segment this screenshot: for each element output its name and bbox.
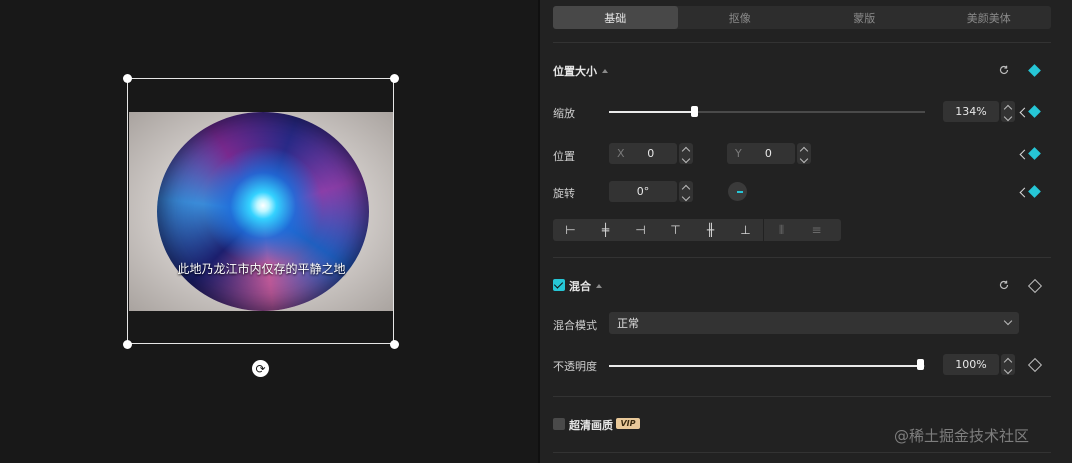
- align-center-h-icon[interactable]: ╪: [588, 219, 623, 241]
- opacity-stepper[interactable]: [1001, 354, 1015, 375]
- blend-checkbox[interactable]: [553, 279, 565, 291]
- scale-slider-fill: [609, 111, 695, 113]
- keyframe-icon[interactable]: [1028, 64, 1041, 77]
- keyframe-icon[interactable]: [1028, 185, 1041, 198]
- selection-frame[interactable]: [127, 78, 394, 344]
- blend-mode-select[interactable]: 正常: [609, 312, 1019, 334]
- align-right-icon[interactable]: ⊣: [623, 219, 658, 241]
- chevron-down-icon: [1003, 316, 1013, 326]
- opacity-input[interactable]: 100%: [943, 354, 999, 375]
- scale-value: 134%: [955, 105, 987, 118]
- reset-icon[interactable]: [998, 279, 1010, 291]
- y-prefix: Y: [735, 147, 742, 160]
- resize-handle-bottom-left[interactable]: [123, 340, 132, 349]
- collapse-caret-icon: [602, 69, 608, 73]
- tab-cutout[interactable]: 抠像: [678, 6, 803, 29]
- resize-handle-top-right[interactable]: [390, 74, 399, 83]
- position-label: 位置: [553, 150, 575, 163]
- section-blend[interactable]: 混合: [569, 278, 602, 294]
- align-center-v-icon[interactable]: ╫: [693, 219, 728, 241]
- property-tabs: 基础 抠像 蒙版 美颜美体: [553, 6, 1051, 29]
- divider: [553, 42, 1051, 43]
- collapse-caret-icon: [596, 284, 602, 288]
- resize-handle-bottom-right[interactable]: [390, 340, 399, 349]
- opacity-value: 100%: [955, 358, 987, 371]
- scale-stepper[interactable]: [1001, 101, 1015, 122]
- tab-beauty[interactable]: 美颜美体: [927, 6, 1052, 29]
- align-bottom-icon[interactable]: ⊥: [728, 219, 763, 241]
- hd-label[interactable]: 超清画质: [569, 417, 613, 433]
- section-title: 混合: [569, 280, 591, 293]
- position-x-input[interactable]: X 0: [609, 143, 677, 164]
- align-left-icon[interactable]: ⊢: [553, 219, 588, 241]
- rotation-label: 旋转: [553, 187, 575, 200]
- align-top-icon[interactable]: ⊤: [658, 219, 693, 241]
- rotation-stepper[interactable]: [679, 181, 693, 202]
- divider: [553, 452, 1051, 453]
- keyframe-icon[interactable]: [1027, 278, 1043, 294]
- prev-keyframe-icon[interactable]: [1019, 149, 1030, 160]
- scale-input[interactable]: 134%: [943, 101, 999, 122]
- prev-keyframe-icon[interactable]: [1019, 107, 1030, 118]
- position-y-stepper[interactable]: [797, 143, 811, 164]
- tab-mask[interactable]: 蒙版: [802, 6, 927, 29]
- keyframe-icon[interactable]: [1027, 357, 1043, 373]
- keyframe-icon[interactable]: [1028, 105, 1041, 118]
- x-prefix: X: [617, 147, 625, 160]
- divider: [553, 257, 1051, 258]
- properties-panel: 基础 抠像 蒙版 美颜美体 位置大小 缩放 134% 位置 X 0 Y 0 旋转…: [540, 0, 1072, 463]
- distribute-horizontal-icon[interactable]: ⦀: [764, 219, 799, 241]
- divider: [553, 396, 1051, 397]
- hd-checkbox[interactable]: [553, 418, 565, 430]
- distribute-vertical-icon[interactable]: ≡: [799, 219, 834, 241]
- opacity-label: 不透明度: [553, 360, 597, 373]
- opacity-slider-fill: [609, 365, 920, 367]
- scale-label: 缩放: [553, 107, 575, 120]
- reset-icon[interactable]: [998, 64, 1010, 76]
- opacity-slider-knob[interactable]: [917, 359, 924, 370]
- position-y-input[interactable]: Y 0: [727, 143, 795, 164]
- position-x-stepper[interactable]: [679, 143, 693, 164]
- rotation-dial[interactable]: [728, 182, 747, 201]
- blend-mode-label: 混合模式: [553, 319, 597, 332]
- tab-basic[interactable]: 基础: [553, 6, 678, 29]
- rotate-handle-icon[interactable]: ⟳: [252, 360, 269, 377]
- resize-handle-top-left[interactable]: [123, 74, 132, 83]
- section-position-size[interactable]: 位置大小: [553, 63, 608, 79]
- keyframe-icon[interactable]: [1028, 147, 1041, 160]
- watermark: @稀土掘金技术社区: [894, 427, 1030, 445]
- y-value: 0: [764, 147, 772, 160]
- section-title: 位置大小: [553, 65, 597, 78]
- x-value: 0: [647, 147, 655, 160]
- vip-badge: VIP: [616, 418, 640, 429]
- preview-area: 此地乃龙江市内仅存的平静之地 ⟳: [0, 0, 538, 463]
- alignment-toolbar: ⊢ ╪ ⊣ ⊤ ╫ ⊥ ⦀ ≡: [553, 219, 841, 241]
- scale-slider-knob[interactable]: [691, 106, 698, 117]
- rotation-value: 0°: [636, 185, 650, 198]
- prev-keyframe-icon[interactable]: [1019, 187, 1030, 198]
- rotation-input[interactable]: 0°: [609, 181, 677, 202]
- blend-mode-value: 正常: [617, 317, 639, 330]
